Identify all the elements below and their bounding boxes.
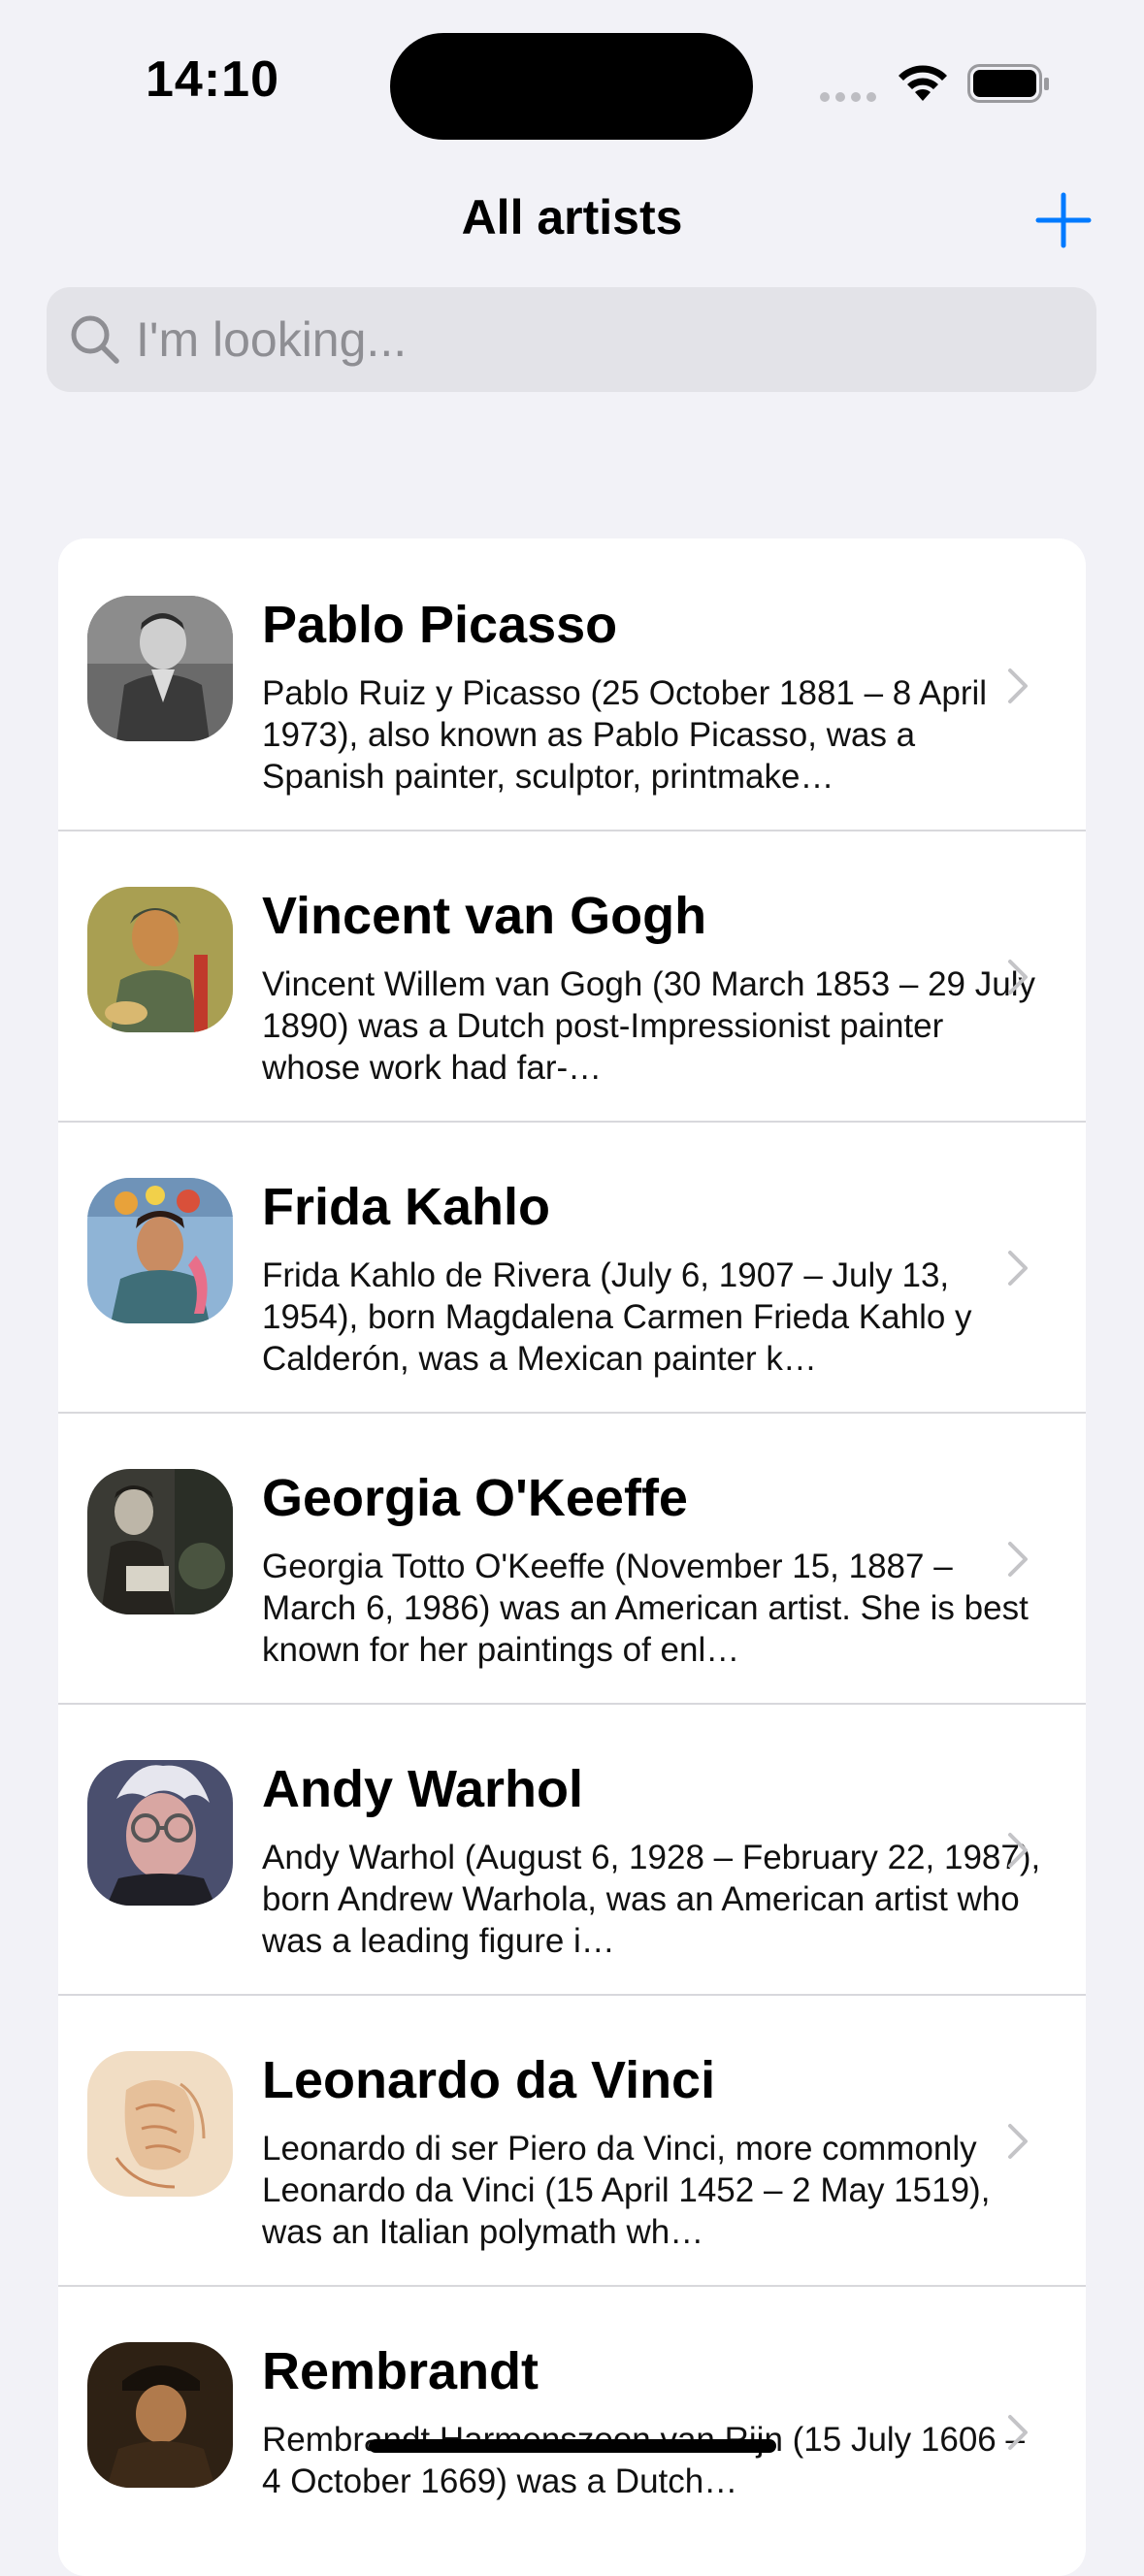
status-time: 14:10 bbox=[146, 51, 279, 108]
plus-icon bbox=[1035, 192, 1092, 248]
search-icon bbox=[71, 315, 119, 364]
chevron-right-icon bbox=[1008, 1542, 1028, 1577]
artist-description: Georgia Totto O'Keeffe (November 15, 188… bbox=[262, 1548, 1029, 1669]
avatar-frida-kahlo bbox=[87, 1178, 233, 1323]
avatar-georgia-okeeffe bbox=[87, 1469, 233, 1614]
avatar-pablo-picasso bbox=[87, 596, 233, 741]
artist-name: Pablo Picasso bbox=[262, 596, 618, 654]
add-artist-button[interactable] bbox=[1032, 189, 1095, 251]
chevron-right-icon bbox=[1008, 2415, 1028, 2450]
list-item-vincent-van-gogh[interactable]: Vincent van Gogh Vincent Willem van Gogh… bbox=[58, 830, 1086, 1121]
artist-description: Pablo Ruiz y Picasso (25 October 1881 – … bbox=[262, 674, 988, 796]
chevron-right-icon bbox=[1008, 668, 1028, 703]
chevron-right-icon bbox=[1008, 1251, 1028, 1286]
search-bar[interactable] bbox=[47, 287, 1096, 392]
dynamic-island bbox=[390, 33, 753, 140]
artist-description: Leonardo di ser Piero da Vinci, more com… bbox=[262, 2130, 991, 2251]
artist-name: Andy Warhol bbox=[262, 1760, 583, 1818]
search-input[interactable] bbox=[136, 287, 1067, 392]
avatar-vincent-van-gogh bbox=[87, 887, 233, 1032]
chevron-right-icon bbox=[1008, 960, 1028, 995]
chevron-right-icon bbox=[1008, 2124, 1028, 2159]
list-item-georgia-okeeffe[interactable]: Georgia O'Keeffe Georgia Totto O'Keeffe … bbox=[58, 1412, 1086, 1703]
page-title: All artists bbox=[461, 190, 683, 245]
artist-name: Frida Kahlo bbox=[262, 1178, 551, 1236]
list-item-rembrandt[interactable]: Rembrandt Rembrandt Harmenszoon van Rijn… bbox=[58, 2285, 1086, 2576]
artist-name: Rembrandt bbox=[262, 2342, 539, 2400]
list-item-frida-kahlo[interactable]: Frida Kahlo Frida Kahlo de Rivera (July … bbox=[58, 1121, 1086, 1412]
status-bar: 14:10 bbox=[0, 0, 1144, 146]
artist-description: Frida Kahlo de Rivera (July 6, 1907 – Ju… bbox=[262, 1256, 972, 1378]
list-item-leonardo-da-vinci[interactable]: Leonardo da Vinci Leonardo di ser Piero … bbox=[58, 1994, 1086, 2285]
artist-name: Leonardo da Vinci bbox=[262, 2051, 716, 2109]
cellular-signal-icon bbox=[820, 92, 876, 102]
avatar-rembrandt bbox=[87, 2342, 233, 2488]
artist-description: Andy Warhol (August 6, 1928 – February 2… bbox=[262, 1839, 1041, 1960]
wifi-icon bbox=[899, 65, 947, 101]
list-item-pablo-picasso[interactable]: Pablo Picasso Pablo Ruiz y Picasso (25 O… bbox=[58, 538, 1086, 830]
avatar-andy-warhol bbox=[87, 1760, 233, 1906]
chevron-right-icon bbox=[1008, 1833, 1028, 1868]
artist-name: Georgia O'Keeffe bbox=[262, 1469, 688, 1527]
avatar-leonardo-da-vinci bbox=[87, 2051, 233, 2197]
artist-description: Vincent Willem van Gogh (30 March 1853 –… bbox=[262, 965, 1035, 1087]
artist-name: Vincent van Gogh bbox=[262, 887, 707, 945]
battery-icon bbox=[967, 64, 1049, 103]
artists-list: Pablo Picasso Pablo Ruiz y Picasso (25 O… bbox=[58, 538, 1086, 2576]
list-item-andy-warhol[interactable]: Andy Warhol Andy Warhol (August 6, 1928 … bbox=[58, 1703, 1086, 1994]
home-indicator[interactable] bbox=[369, 2439, 776, 2453]
artist-description: Rembrandt Harmenszoon van Rijn (15 July … bbox=[262, 2421, 1025, 2500]
